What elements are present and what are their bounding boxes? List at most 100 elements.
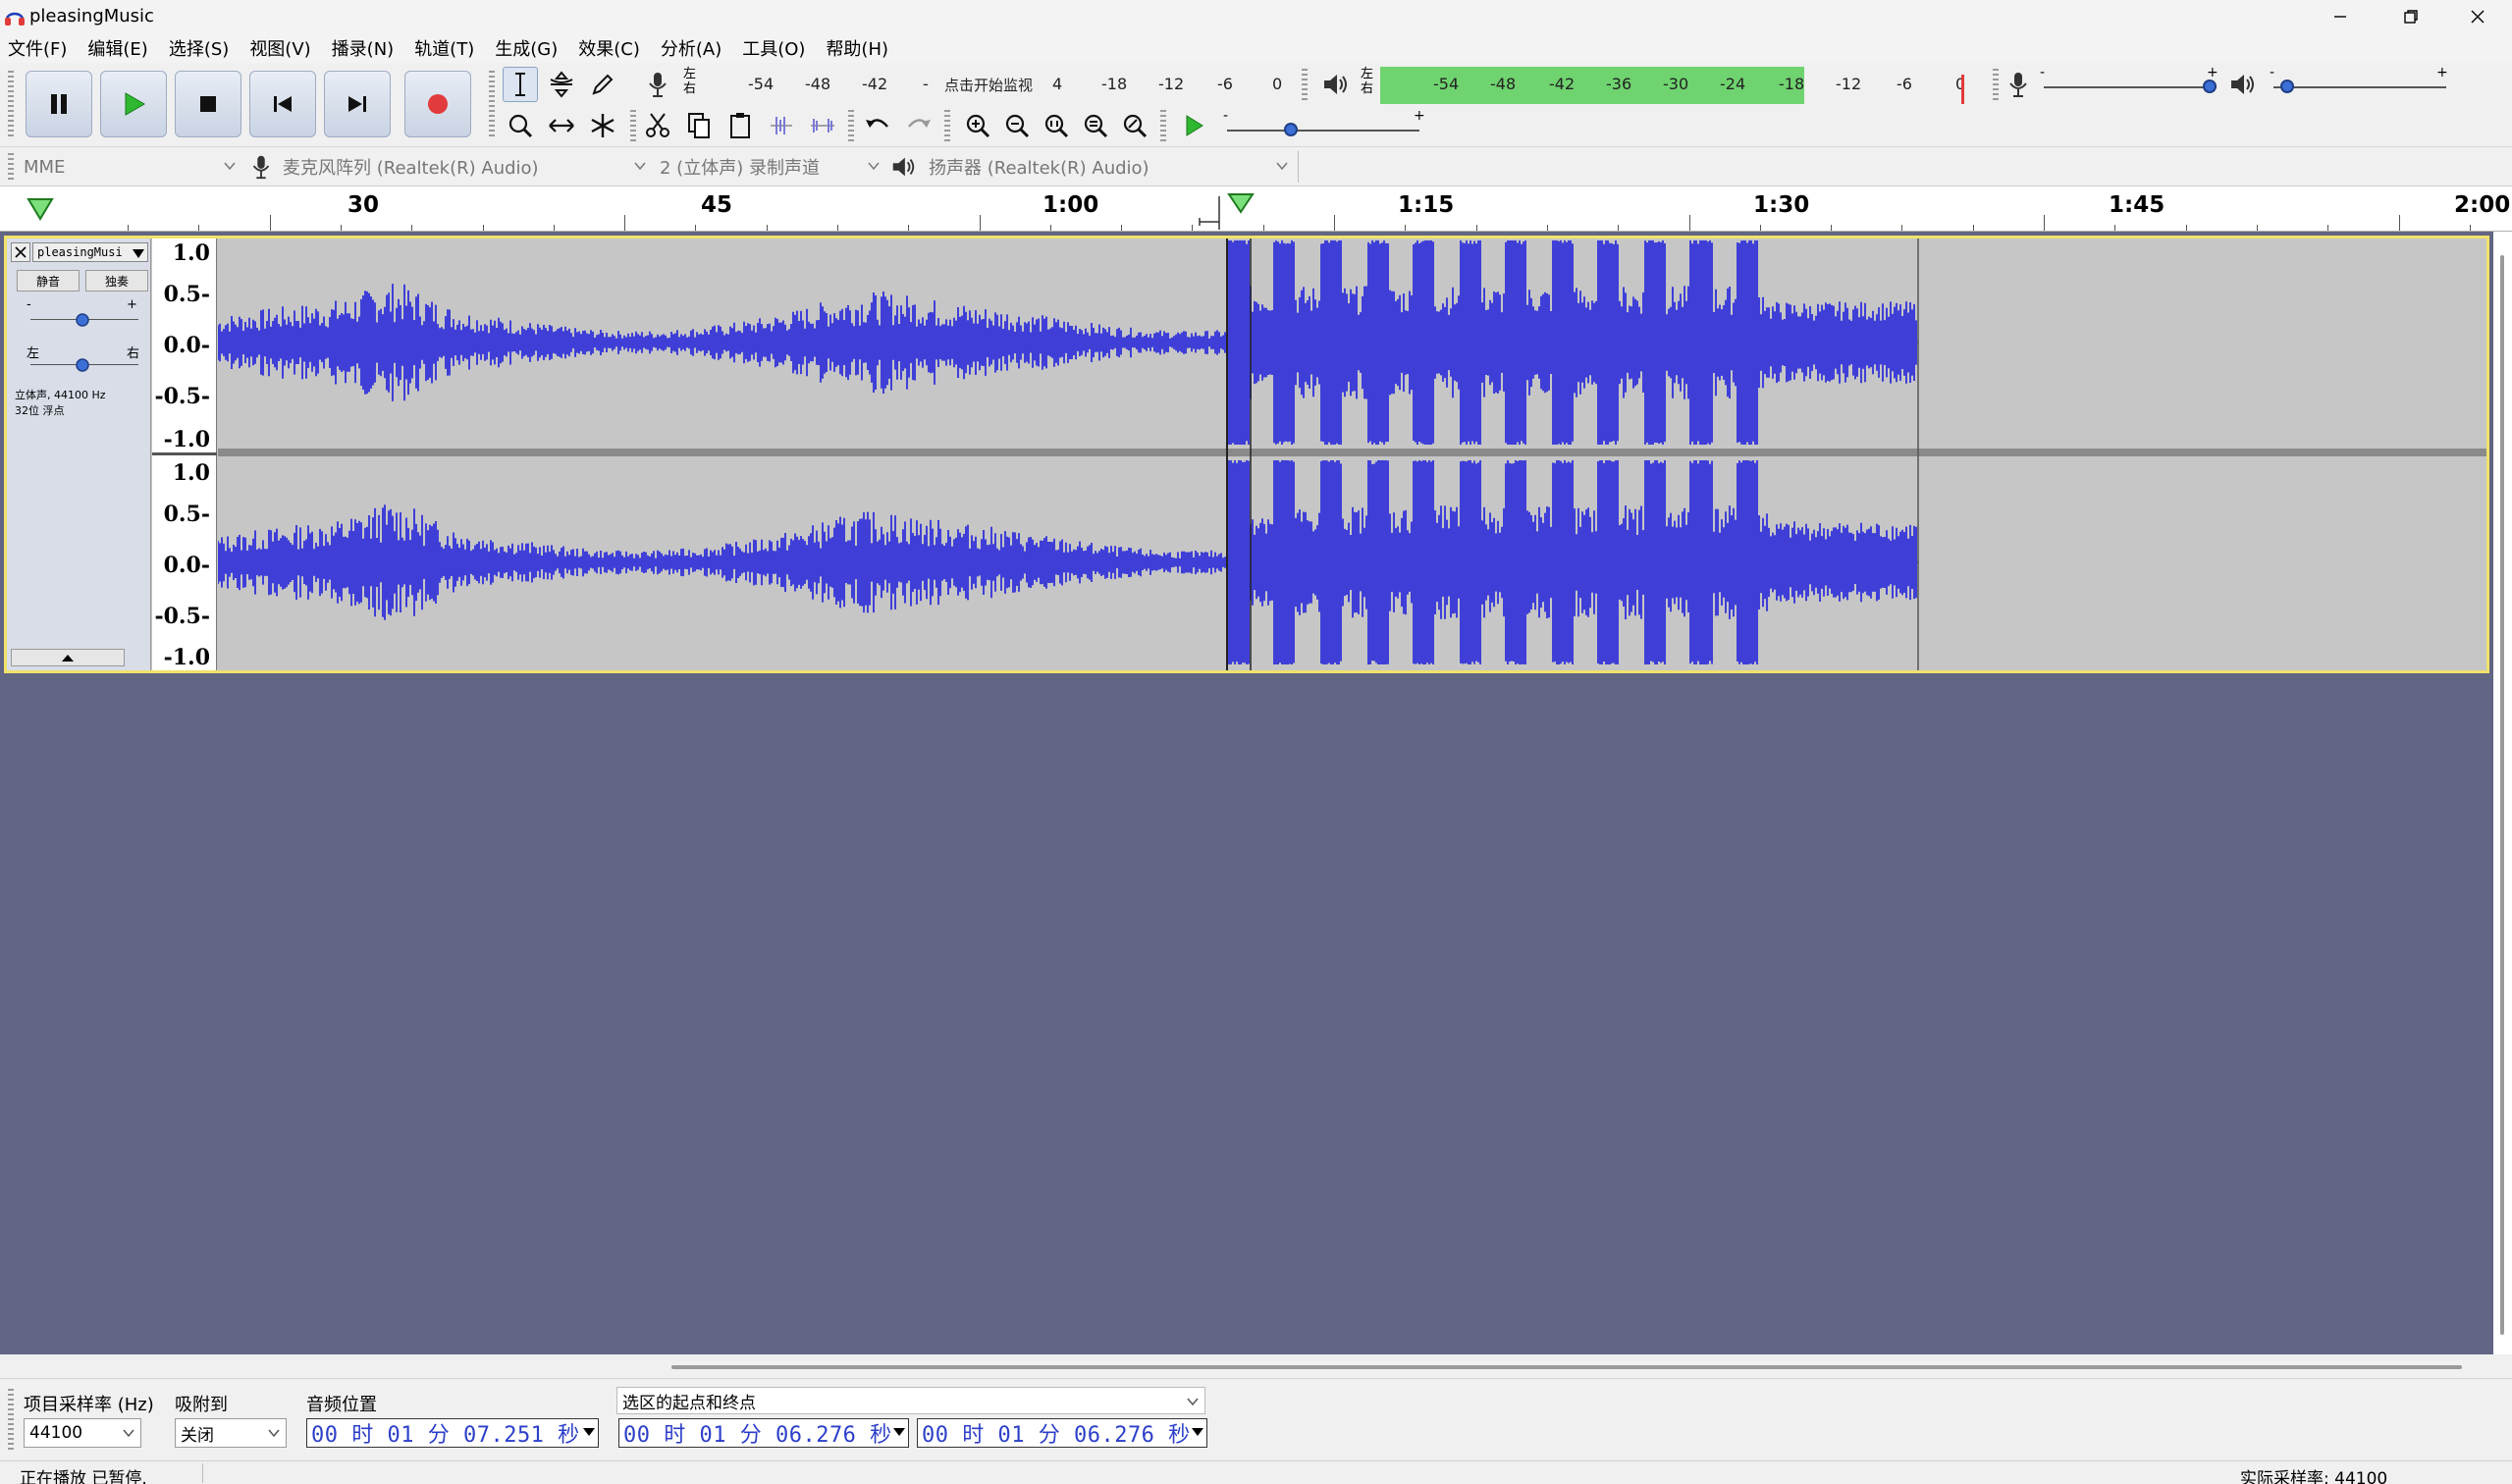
solo-button[interactable]: 独奏 [85,270,148,292]
menu-file[interactable]: 文件(F) [8,35,67,61]
timeline-ruler[interactable]: 30 45 1:00 1:15 1:30 1:45 2:00 [0,186,2512,232]
fit-project-button[interactable] [1078,108,1113,143]
menu-tracks[interactable]: 轨道(T) [414,35,474,61]
record-volume-mic[interactable] [2001,67,2036,102]
trim-audio-button[interactable] [764,108,799,143]
toolbar-grip[interactable] [1160,110,1166,141]
time-format-arrow-icon[interactable] [893,1428,905,1436]
audio-host-select[interactable]: MME [18,153,241,181]
menu-view[interactable]: 视图(V) [249,35,310,61]
recording-channels-select[interactable]: 2 (立体声) 录制声道 [654,153,885,181]
menu-edit[interactable]: 编辑(E) [87,35,147,61]
toolbar-grip[interactable] [8,71,14,139]
project-rate-select[interactable]: 44100 [24,1418,141,1448]
toolbar-grip[interactable] [944,110,950,141]
draw-tool[interactable] [585,67,620,102]
gain-slider-thumb[interactable] [76,311,89,327]
vertical-scrollbar[interactable] [2497,241,2507,1341]
record-button[interactable] [404,71,471,137]
zoom-out-icon [1005,114,1030,138]
toolbar-grip[interactable] [630,110,636,141]
envelope-tool[interactable] [544,67,579,102]
mute-button[interactable]: 静音 [17,270,80,292]
vertical-scrollbar-thumb[interactable] [2500,255,2504,1335]
playback-device-select[interactable]: 扬声器 (Realtek(R) Audio) [923,153,1294,181]
zoom-tool[interactable] [503,108,538,143]
toolbar-grip[interactable] [8,1389,14,1450]
play-button[interactable] [100,71,167,137]
track-close-button[interactable] [11,242,30,262]
selection-tool[interactable] [503,67,538,102]
menu-generate[interactable]: 生成(G) [495,35,558,61]
undo-button[interactable] [860,108,895,143]
fit-selection-button[interactable] [1039,108,1074,143]
ruler-tick [341,225,342,231]
menu-select[interactable]: 选择(S) [169,35,229,61]
minimize-button[interactable] [2305,0,2376,33]
toolbar-grip[interactable] [8,153,14,181]
time-shift-tool[interactable] [544,108,579,143]
record-meter-scale[interactable]: -54 -48 -42 - 点击开始监视 4 -18 -12 -6 0 [703,71,1292,96]
zoom-toggle-button[interactable] [1117,108,1152,143]
close-button[interactable] [2442,0,2512,33]
horizontal-scrollbar[interactable] [0,1354,2512,1378]
toolbar-grip[interactable] [1302,69,1308,100]
time-format-arrow-icon[interactable] [583,1428,595,1436]
play-head-toggle-icon[interactable] [26,196,55,222]
zoom-in-button[interactable] [960,108,995,143]
toolbar-grip[interactable] [848,110,854,141]
play-volume-slider[interactable] [2273,86,2446,88]
selection-start-time[interactable]: 00 时 01 分 06.276 秒 [618,1418,909,1448]
monitor-prompt[interactable]: 点击开始监视 [944,75,1033,95]
multi-tool[interactable] [585,108,620,143]
zoom-out-button[interactable] [999,108,1035,143]
menu-transport[interactable]: 播录(N) [332,35,395,61]
track-area[interactable]: pleasingMusi 静音 独奏 - + 左 右 立体声, 44100 Hz… [0,232,2493,1354]
track-name-menu[interactable]: pleasingMusi [32,242,148,262]
silence-icon [811,119,834,132]
horizontal-scrollbar-thumb[interactable] [671,1365,2462,1369]
play-volume-knob[interactable] [2280,80,2295,93]
envelope-icon [550,71,573,98]
skip-to-start-button[interactable] [249,71,316,137]
menu-tools[interactable]: 工具(O) [742,35,805,61]
playback-meter-scale[interactable]: -54 -48 -42 -36 -30 -24 -18 -12 -6 0 [1380,71,1969,96]
record-volume-knob[interactable] [2202,80,2217,93]
collapse-track-button[interactable] [11,649,125,666]
menu-effect[interactable]: 效果(C) [578,35,640,61]
track-control-panel[interactable]: pleasingMusi 静音 独奏 - + 左 右 立体声, 44100 Hz… [7,238,151,670]
stop-button[interactable] [175,71,241,137]
recording-device-select[interactable]: 麦克风阵列 (Realtek(R) Audio) [277,153,652,181]
play-at-speed-button[interactable] [1176,108,1211,143]
pan-slider-thumb[interactable] [76,356,89,372]
audio-track[interactable]: pleasingMusi 静音 独奏 - + 左 右 立体声, 44100 Hz… [4,236,2489,673]
skip-to-end-button[interactable] [324,71,391,137]
menu-help[interactable]: 帮助(H) [826,35,888,61]
playback-meter-speaker[interactable] [1317,67,1353,102]
time-format-arrow-icon[interactable] [1192,1428,1203,1436]
ruler-tick [908,225,909,231]
menu-analyze[interactable]: 分析(A) [661,35,722,61]
restore-button[interactable] [2376,0,2446,33]
audio-position-time[interactable]: 00 时 01 分 07.251 秒 [306,1418,599,1448]
selection-mode-select[interactable]: 选区的起点和终点 [616,1387,1205,1414]
waveform-display[interactable] [218,238,2486,670]
ruler-tick [980,215,981,231]
play-speed-knob[interactable] [1283,123,1298,136]
toolbar-grip[interactable] [489,71,495,139]
paste-button[interactable] [722,108,758,143]
cut-button[interactable] [640,108,675,143]
record-volume-slider[interactable] [2044,86,2217,88]
toolbar-grip[interactable] [1993,69,1999,100]
silence-audio-button[interactable] [805,108,840,143]
ruler-tick [128,225,129,231]
amplitude-ruler[interactable]: 1.0 0.5- 0.0- -0.5- -1.0 1.0 0.5- 0.0- -… [152,238,217,670]
play-speed-slider[interactable] [1227,130,1419,132]
copy-button[interactable] [681,108,717,143]
selection-end-time[interactable]: 00 时 01 分 06.276 秒 [917,1418,1207,1448]
redo-button[interactable] [901,108,936,143]
snap-to-select[interactable]: 关闭 [175,1418,287,1448]
play-volume-speaker[interactable] [2224,67,2260,102]
record-meter-mic[interactable] [640,67,675,102]
pause-button[interactable] [26,71,92,137]
